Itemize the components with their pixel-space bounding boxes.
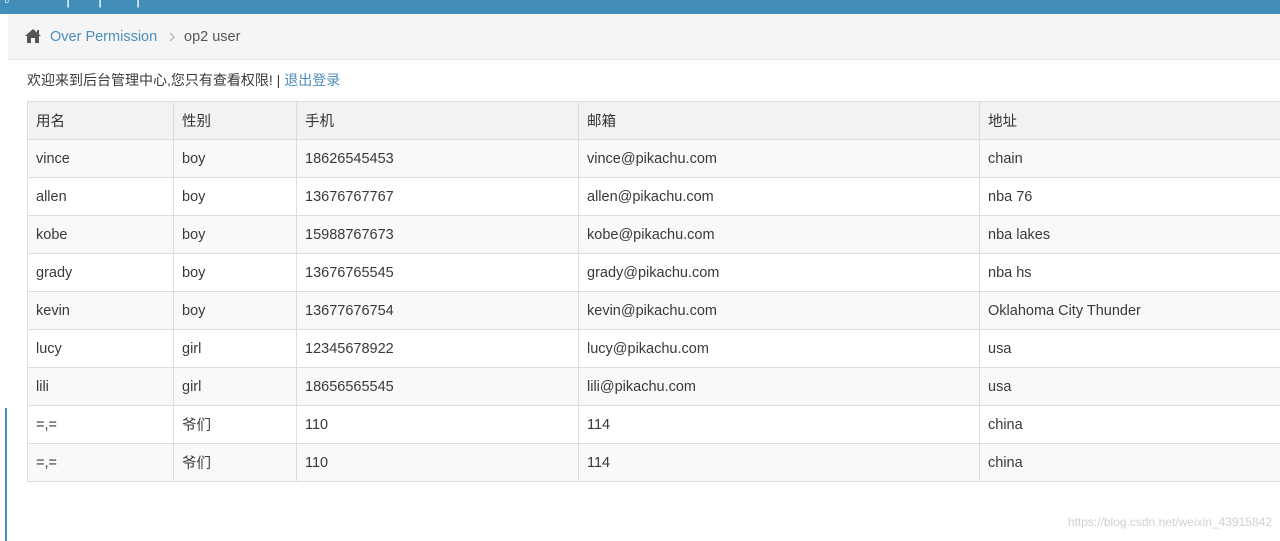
table-header-row: 用名 性别 手机 邮箱 地址 — [27, 101, 1280, 140]
breadcrumb-current: op2 user — [184, 29, 241, 45]
cell-gender: 爷们 — [173, 443, 297, 482]
cell-phone: 12345678922 — [296, 329, 579, 368]
table-row: kevin boy 13677676754 kevin@pikachu.com Okla… — [27, 291, 1280, 330]
cell-gender: boy — [173, 253, 297, 292]
cell-phone: 15988767673 — [296, 215, 579, 254]
cell-email: allen@pikachu.com — [578, 177, 980, 216]
cell-username: vince — [27, 139, 174, 178]
table-row: kobe boy 15988767673 kobe@pikachu.com nba la… — [27, 215, 1280, 254]
welcome-bar: 欢迎来到后台管理中心,您只有查看权限! | 退出登录 — [27, 70, 340, 90]
navbar-fragment: | — [136, 0, 140, 8]
cell-username: allen — [27, 177, 174, 216]
table-body: vince boy 18626545453 vince@pikachu.com chai… — [27, 139, 1280, 482]
cell-address: Oklahoma City Thunder — [979, 291, 1280, 330]
table-row: allen boy 13676767767 allen@pikachu.com nba … — [27, 177, 1280, 216]
cell-gender: boy — [173, 291, 297, 330]
cell-phone: 18626545453 — [296, 139, 579, 178]
logout-link[interactable]: 退出登录 — [284, 72, 340, 88]
cell-email: kevin@pikachu.com — [578, 291, 980, 330]
navbar-fragment: | — [66, 0, 70, 8]
cell-username: kobe — [27, 215, 174, 254]
cell-phone: 13676765545 — [296, 253, 579, 292]
cell-username: =,= — [27, 443, 174, 482]
watermark: https://blog.csdn.net/weixin_43915842 — [1067, 515, 1272, 529]
cell-address: china — [979, 405, 1280, 444]
breadcrumb-link-over-permission[interactable]: Over Permission — [50, 27, 157, 47]
column-header-phone: 手机 — [296, 101, 579, 140]
cell-gender: boy — [173, 215, 297, 254]
navbar-fragment: | — [98, 0, 102, 8]
top-navbar: ◦ | | | — [0, 0, 1280, 14]
cell-address: china — [979, 443, 1280, 482]
cell-email: vince@pikachu.com — [578, 139, 980, 178]
table-row: =,= 爷们 110 114 china — [27, 405, 1280, 444]
cell-email: 114 — [578, 405, 980, 444]
column-header-username: 用名 — [27, 101, 174, 140]
cell-gender: boy — [173, 139, 297, 178]
user-table: 用名 性别 手机 邮箱 地址 vince boy 18626545453 vince@… — [27, 101, 1280, 482]
cell-gender: boy — [173, 177, 297, 216]
sidebar-edge — [5, 408, 7, 541]
cell-address: nba hs — [979, 253, 1280, 292]
cell-email: 114 — [578, 443, 980, 482]
cell-gender: 爷们 — [173, 405, 297, 444]
cell-email: lili@pikachu.com — [578, 367, 980, 406]
cell-gender: girl — [173, 367, 297, 406]
cell-address: nba 76 — [979, 177, 1280, 216]
home-icon — [25, 29, 41, 43]
welcome-message: 欢迎来到后台管理中心,您只有查看权限! — [27, 72, 273, 88]
cell-gender: girl — [173, 329, 297, 368]
table-row: =,= 爷们 110 114 china — [27, 443, 1280, 482]
table-row: lucy girl 12345678922 lucy@pikachu.com usa — [27, 329, 1280, 368]
cell-username: lili — [27, 367, 174, 406]
chevron-right-icon — [169, 32, 175, 42]
cell-address: usa — [979, 367, 1280, 406]
cell-address: usa — [979, 329, 1280, 368]
column-header-address: 地址 — [979, 101, 1280, 140]
cell-phone: 18656565545 — [296, 367, 579, 406]
cell-username: kevin — [27, 291, 174, 330]
cell-address: nba lakes — [979, 215, 1280, 254]
table-row: vince boy 18626545453 vince@pikachu.com chai… — [27, 139, 1280, 178]
table-row: lili girl 18656565545 lili@pikachu.com usa — [27, 367, 1280, 406]
welcome-divider: | — [272, 72, 285, 88]
column-header-gender: 性别 — [173, 101, 297, 140]
cell-email: kobe@pikachu.com — [578, 215, 980, 254]
cell-address: chain — [979, 139, 1280, 178]
cell-phone: 110 — [296, 443, 579, 482]
cell-username: grady — [27, 253, 174, 292]
cell-username: lucy — [27, 329, 174, 368]
breadcrumb: Over Permission op2 user — [8, 14, 1280, 60]
cell-phone: 13676767767 — [296, 177, 579, 216]
table-row: grady boy 13676765545 grady@pikachu.com nba … — [27, 253, 1280, 292]
cell-phone: 13677676754 — [296, 291, 579, 330]
cell-username: =,= — [27, 405, 174, 444]
column-header-email: 邮箱 — [578, 101, 980, 140]
cell-phone: 110 — [296, 405, 579, 444]
cell-email: lucy@pikachu.com — [578, 329, 980, 368]
cell-email: grady@pikachu.com — [578, 253, 980, 292]
navbar-fragment: ◦ — [4, 0, 10, 10]
